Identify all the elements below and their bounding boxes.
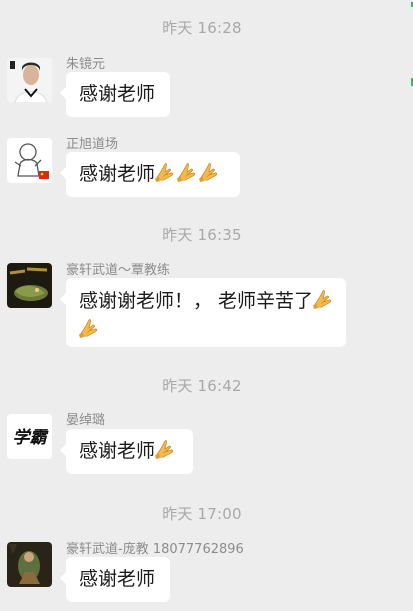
praying-hands-icon: [199, 162, 221, 182]
praying-hands-icon: [79, 318, 101, 338]
dragon-calligraphy-avatar[interactable]: [7, 263, 52, 308]
timestamp: 昨天 16:42: [162, 377, 242, 395]
message-bubble[interactable]: 感谢老师: [60, 152, 240, 197]
message-bubble[interactable]: 感谢老师: [60, 72, 170, 117]
praying-hands-icon: [313, 289, 335, 309]
sender-name: 豪轩武道～覃教练: [66, 263, 171, 278]
message-text: 感谢老师: [79, 568, 156, 590]
praying-hands-icon: [155, 439, 177, 459]
timestamp: 昨天 16:35: [162, 226, 242, 244]
avatar-calligraphy-text: 学霸: [13, 428, 50, 448]
sender-name: 晏绰璐: [66, 413, 106, 428]
sender-name: 朱镜元: [66, 57, 106, 72]
message-text: 感谢老师: [79, 440, 156, 462]
chat-history: 昨天 16:28 朱镜元 感谢老师 正旭道场 感谢老师 昨天 16:35 豪轩武…: [0, 0, 413, 611]
kungfu-photo-avatar[interactable]: [7, 542, 52, 587]
message-bubble[interactable]: 感谢老师: [60, 429, 193, 474]
timestamp: 昨天 17:00: [162, 505, 242, 523]
message-bubble[interactable]: 感谢老师: [60, 557, 170, 602]
sender-name: 豪轩武道-庞教 18077762896: [66, 542, 244, 557]
cartoon-mascot-avatar[interactable]: [7, 138, 52, 183]
timestamp: 昨天 16:28: [162, 19, 242, 37]
sender-name: 正旭道场: [66, 137, 119, 152]
man-portrait-avatar[interactable]: [7, 58, 52, 103]
praying-hands-icon: [155, 162, 177, 182]
calligraphy-xueba-avatar[interactable]: 学霸: [7, 414, 52, 459]
message-text: 感谢老师: [79, 83, 156, 105]
message-text: 感谢谢老师！， 老师辛苦了: [79, 290, 314, 312]
message-text: 感谢老师: [79, 163, 156, 185]
message-bubble[interactable]: 感谢谢老师！， 老师辛苦了: [60, 278, 346, 347]
praying-hands-icon: [177, 162, 199, 182]
